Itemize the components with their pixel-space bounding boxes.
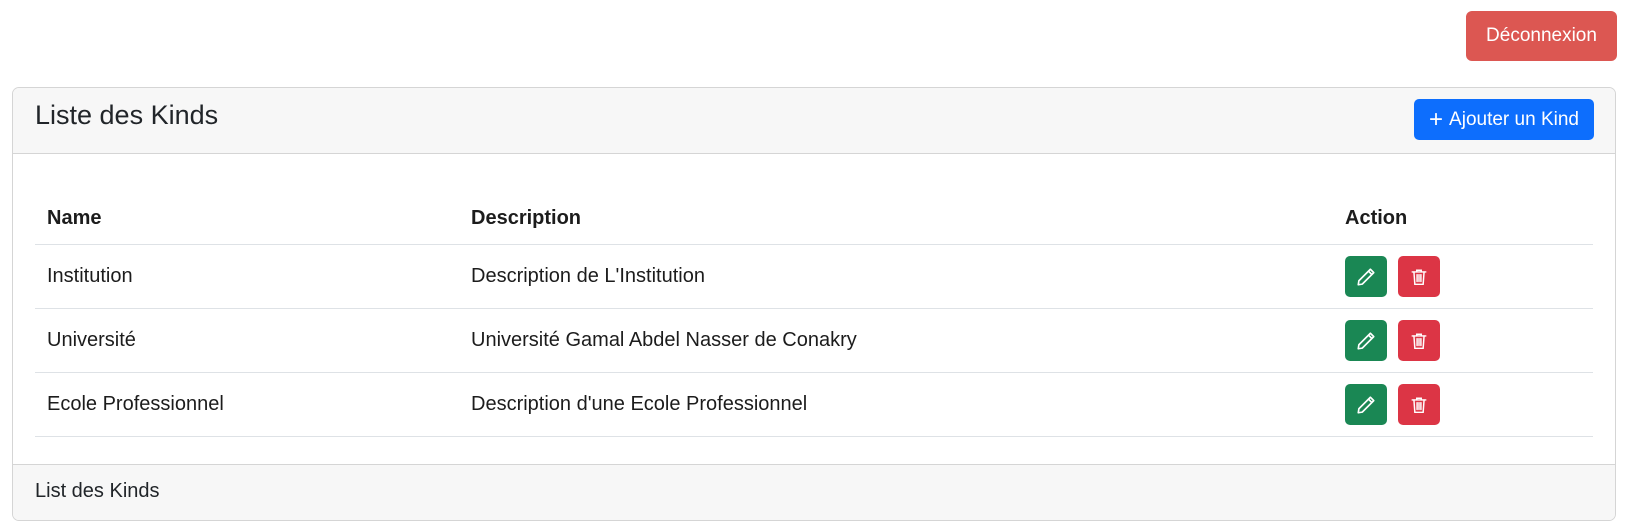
edit-button[interactable] (1345, 384, 1387, 425)
kinds-table: Name Description Action Institution Desc… (35, 154, 1593, 437)
pencil-icon (1357, 331, 1375, 350)
table-row: Ecole Professionnel Description d'une Ec… (35, 372, 1593, 437)
cell-actions (1333, 244, 1593, 309)
cell-actions (1333, 308, 1593, 373)
cell-description: Université Gamal Abdel Nasser de Conakry (459, 308, 1333, 373)
plus-icon: + (1429, 105, 1444, 133)
table-header-row: Name Description Action (35, 154, 1593, 245)
cell-description: Description de L'Institution (459, 244, 1333, 309)
page-title: Liste des Kinds (35, 100, 219, 130)
trash-icon (1411, 269, 1427, 285)
column-header-action: Action (1333, 154, 1593, 245)
card-footer: List des Kinds (13, 464, 1615, 520)
cell-name: Université (35, 308, 459, 373)
column-header-description: Description (459, 154, 1333, 245)
column-header-name: Name (35, 154, 459, 245)
cell-name: Institution (35, 244, 459, 309)
edit-button[interactable] (1345, 256, 1387, 297)
add-kind-button[interactable]: + Ajouter un Kind (1414, 99, 1594, 140)
logout-button[interactable]: Déconnexion (1466, 11, 1617, 61)
edit-button[interactable] (1345, 320, 1387, 361)
card-body: Name Description Action Institution Desc… (35, 154, 1593, 437)
cell-description: Description d'une Ecole Professionnel (459, 372, 1333, 437)
delete-button[interactable] (1398, 320, 1440, 361)
cell-name: Ecole Professionnel (35, 372, 459, 437)
cell-actions (1333, 372, 1593, 437)
trash-icon (1411, 397, 1427, 413)
footer-text: List des Kinds (35, 480, 160, 502)
trash-icon (1411, 333, 1427, 349)
delete-button[interactable] (1398, 384, 1440, 425)
card-header: Liste des Kinds + Ajouter un Kind (13, 88, 1615, 154)
delete-button[interactable] (1398, 256, 1440, 297)
table-row: Université Université Gamal Abdel Nasser… (35, 308, 1593, 373)
table-row: Institution Description de L'Institution (35, 244, 1593, 309)
kinds-card: Liste des Kinds + Ajouter un Kind Name D… (12, 87, 1616, 521)
pencil-icon (1357, 395, 1375, 414)
add-kind-label: Ajouter un Kind (1449, 108, 1579, 130)
pencil-icon (1357, 267, 1375, 286)
